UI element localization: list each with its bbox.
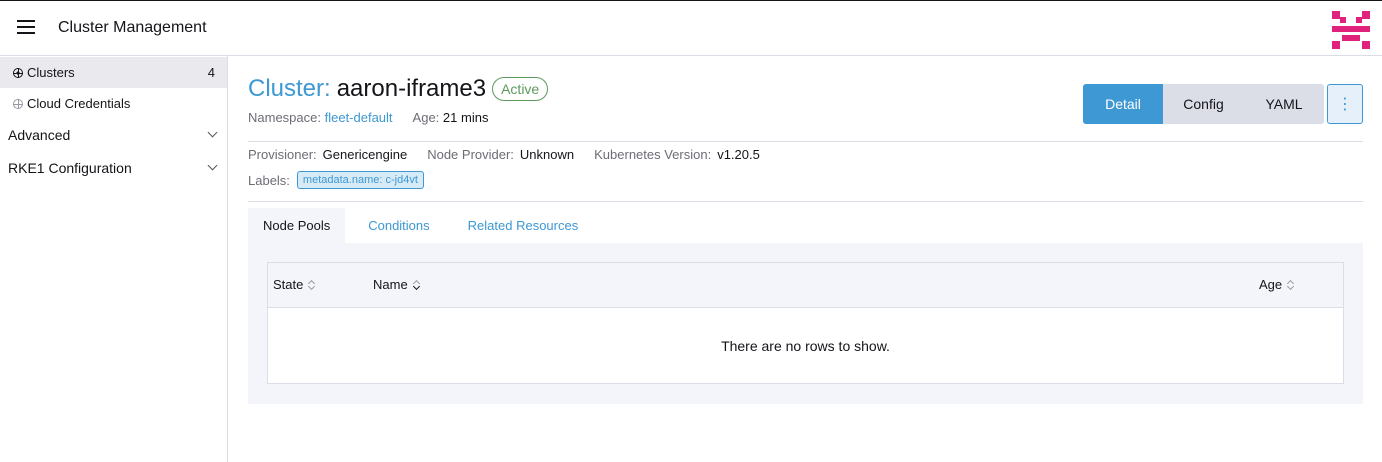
provisioner-detail: Provisioner: Genericengine [248,147,407,162]
title-prefix: Cluster: [248,75,331,102]
sidebar-group-advanced[interactable]: Advanced [0,120,227,150]
sidebar: Clusters 4 Cloud Credentials Advanced RK… [0,56,228,462]
yaml-button[interactable]: YAML [1244,84,1324,124]
column-header-label: Age [1259,277,1283,292]
cluster-meta: Namespace: fleet-default Age: 21 mins [248,110,488,125]
sidebar-group-rke1-configuration[interactable]: RKE1 Configuration [0,153,227,183]
namespace-meta: Namespace: fleet-default [248,110,393,125]
node-provider-label: Node Provider: [427,147,514,162]
labels-label: Labels: [248,172,290,188]
sort-icon [1287,280,1295,290]
cluster-details: Provisioner: Genericengine Node Provider:… [248,147,780,162]
node-provider-detail: Node Provider: Unknown [427,147,574,162]
namespace-link[interactable]: fleet-default [325,110,393,125]
app-title: Cluster Management [58,19,207,36]
view-mode-toggle: Detail Config YAML [1083,84,1324,124]
tab-panel: State Name Age There are no rows to show… [248,243,1363,404]
tab-bar: Node Pools Conditions Related Resources [248,208,601,243]
divider [248,141,1363,142]
sidebar-item-label: Cloud Credentials [27,96,131,111]
config-button[interactable]: Config [1163,84,1244,124]
tab-node-pools[interactable]: Node Pools [248,208,346,243]
globe-icon [13,98,23,109]
cluster-name: aaron-iframe3 [336,75,487,102]
sort-icon [308,280,316,290]
age-label: Age: [412,110,440,125]
kubernetes-version-value: v1.20.5 [717,147,760,162]
provisioner-label: Provisioner: [248,147,317,162]
namespace-label: Namespace: [248,110,321,125]
kebab-icon[interactable]: ⋮ [1327,84,1363,124]
divider [248,201,1363,202]
detail-button[interactable]: Detail [1083,84,1163,124]
tab-conditions[interactable]: Conditions [353,208,444,243]
column-header-age[interactable]: Age [1259,277,1295,292]
table-header: State Name Age [268,263,1343,308]
hamburger-icon[interactable] [17,20,35,34]
sidebar-item-cloud-credentials[interactable]: Cloud Credentials [0,88,227,119]
sidebar-item-count: 4 [207,65,215,80]
chevron-down-icon [207,160,218,171]
sidebar-item-label: Clusters [27,65,75,80]
age-meta: Age: 21 mins [413,110,489,125]
status-badge: Active [492,77,549,101]
chevron-down-icon [207,127,218,138]
node-provider-value: Unknown [519,147,575,162]
sidebar-group-label: RKE1 Configuration [8,160,132,176]
kubernetes-version-label: Kubernetes Version: [594,147,712,162]
label-tag: metadata.name: c-jd4vt [296,171,424,189]
top-header: Cluster Management [0,0,1382,56]
column-header-name[interactable]: Name [373,277,421,292]
globe-icon [13,67,23,78]
product-logo-icon[interactable] [1332,11,1370,49]
sort-icon [413,280,421,290]
sidebar-group-label: Advanced [8,127,71,143]
page-title: Cluster: aaron-iframe3 Active [248,75,549,103]
labels-row: Labels: metadata.name: c-jd4vt [248,171,424,189]
column-header-state[interactable]: State [273,277,316,292]
age-value: 21 mins [442,110,489,125]
column-header-label: State [273,277,304,292]
sidebar-item-clusters[interactable]: Clusters 4 [0,57,227,88]
tab-related-resources[interactable]: Related Resources [453,208,594,243]
column-header-label: Name [373,277,408,292]
node-pools-table: State Name Age There are no rows to show… [267,262,1344,384]
kubernetes-version-detail: Kubernetes Version: v1.20.5 [594,147,760,162]
provisioner-value: Genericengine [322,147,408,162]
empty-table-message: There are no rows to show. [721,338,890,354]
